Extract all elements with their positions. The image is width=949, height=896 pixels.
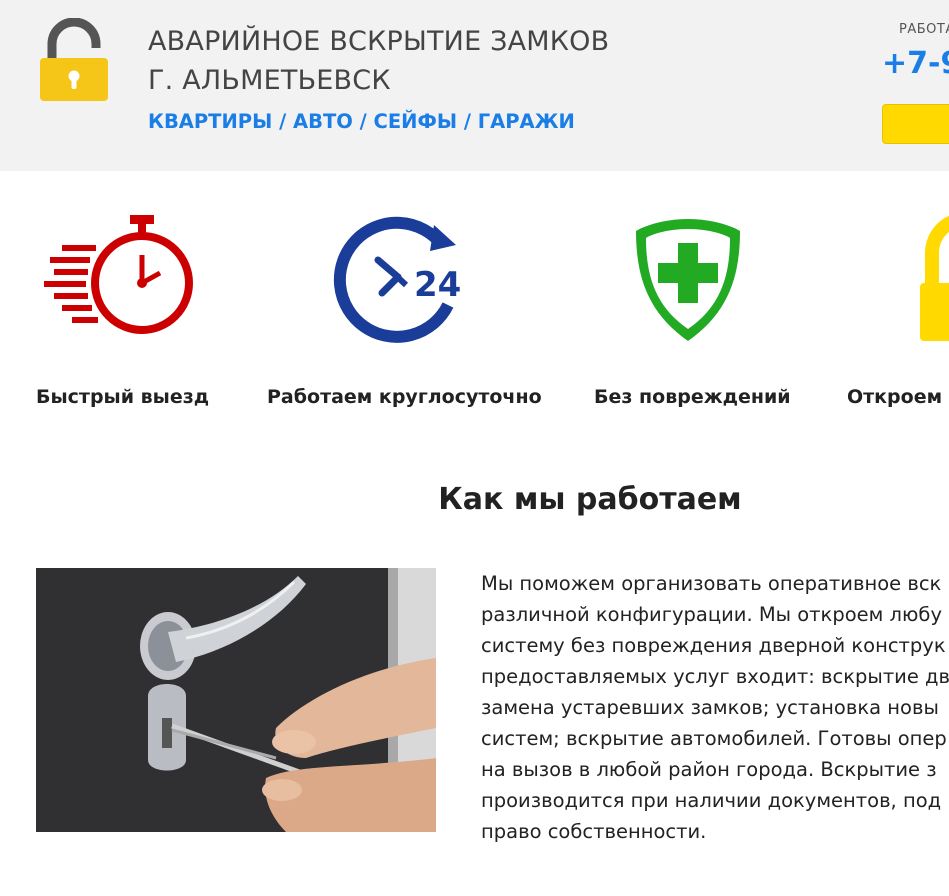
stopwatch-icon: [44, 215, 193, 334]
about-text: Мы поможем организовать оперативное вск …: [481, 568, 949, 847]
feature-label-no-damage: Без повреждений: [594, 386, 791, 408]
feature-label-open-lock: Откроем л: [847, 386, 949, 408]
svg-text:24: 24: [414, 265, 461, 305]
callback-button[interactable]: [882, 104, 949, 144]
about-line: замена устаревших замков; установка новы: [481, 696, 939, 719]
padlock-open-icon: [920, 215, 949, 341]
padlock-open-icon[interactable]: [38, 18, 110, 102]
about-line: систему без повреждения дверной конструк: [481, 634, 946, 657]
about-line: Мы поможем организовать оперативное вск: [481, 572, 942, 595]
about-line: на вызов в любой район города. Вскрытие …: [481, 758, 937, 781]
feature-no-damage: [632, 205, 744, 345]
lock-opening-photo: [36, 568, 436, 832]
feature-label-24h: Работаем круглосуточно: [267, 386, 542, 408]
feature-fast-arrival: [40, 205, 200, 345]
site-title: АВАРИЙНОЕ ВСКРЫТИЕ ЗАМКОВ Г. АЛЬМЕТЬЕВСК: [148, 22, 748, 100]
about-line: право собственности.: [481, 820, 707, 843]
about-line: производится при наличии документов, под: [481, 789, 942, 812]
feature-open-lock: [918, 205, 949, 345]
clock-24-icon: 24: [333, 216, 461, 343]
section-title: Как мы работаем: [438, 482, 742, 517]
work-hours-label: РАБОТА: [899, 22, 949, 37]
feature-label-fast: Быстрый выезд: [36, 386, 210, 408]
about-line: систем; вскрытие автомобилей. Готовы опе…: [481, 727, 947, 750]
services-subtitle: КВАРТИРЫ / АВТО / СЕЙФЫ / ГАРАЖИ: [148, 110, 575, 133]
about-line: предоставляемых услуг входит: вскрытие д…: [481, 665, 949, 688]
feature-24h: 24: [330, 205, 475, 345]
site-header: АВАРИЙНОЕ ВСКРЫТИЕ ЗАМКОВ Г. АЛЬМЕТЬЕВСК…: [0, 0, 949, 171]
about-line: различной конфигурации. Мы откроем любу: [481, 603, 942, 626]
shield-cross-icon: [636, 219, 740, 341]
phone-link[interactable]: +7-9: [882, 46, 949, 81]
site-title-line1: АВАРИЙНОЕ ВСКРЫТИЕ ЗАМКОВ: [148, 26, 610, 57]
site-title-line2: Г. АЛЬМЕТЬЕВСК: [148, 65, 391, 96]
